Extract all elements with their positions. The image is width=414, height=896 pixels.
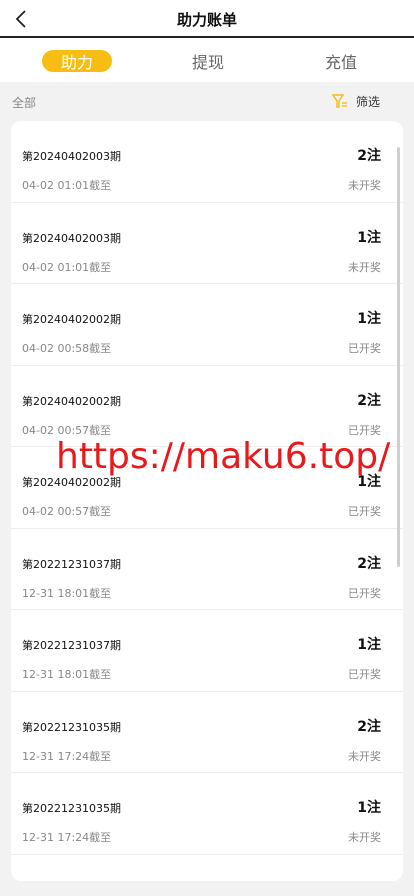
all-label: 全部 [12, 96, 37, 110]
period-text: 第20221231035期 [22, 720, 121, 734]
page-title: 助力账单 [176, 10, 237, 29]
tab-withdraw[interactable]: 提现 [178, 50, 238, 72]
list-item[interactable]: 第20221231035期 1注 12-31 17:24截至 未开奖 [11, 773, 403, 855]
count-text: 2注 [357, 555, 381, 572]
period-text: 第20240402003期 [22, 150, 121, 163]
period-text: 第20221231037期 [22, 639, 121, 652]
scrollbar[interactable] [397, 147, 400, 567]
app-header: 助力账单 [0, 0, 414, 38]
list-item[interactable]: 第20221231037期 1注 12-31 18:01截至 已开奖 [11, 610, 403, 692]
list-item[interactable]: 第20221231035期 2注 12-31 17:24截至 未开奖 [11, 692, 403, 773]
deadline-text: 04-02 00:57截至 [22, 505, 112, 518]
tab-recharge[interactable]: 充值 [311, 50, 371, 72]
tab-bar: 助力 提现 充值 [0, 40, 414, 82]
status-text: 已开奖 [348, 586, 381, 600]
period-text: 第20240402002期 [22, 394, 121, 408]
status-text: 未开奖 [348, 831, 381, 844]
period-text: 第20240402002期 [22, 313, 121, 326]
count-text: 1注 [357, 800, 381, 816]
list-item[interactable]: 第20221231037期 2注 12-31 18:01截至 已开奖 [11, 529, 403, 610]
record-list: 第20240402003期 2注 04-02 01:01截至 未开奖 第2024… [11, 121, 403, 881]
deadline-text: 04-02 00:58截至 [22, 342, 112, 355]
count-text: 2注 [357, 392, 381, 409]
watermark-text: https://maku6.top/ [56, 436, 391, 477]
deadline-text: 12-31 18:01截至 [22, 586, 112, 600]
count-text: 2注 [357, 718, 381, 735]
filter-button[interactable]: 筛选 [331, 92, 380, 110]
period-text: 第20221231037期 [22, 557, 121, 571]
period-text: 第20221231035期 [22, 802, 121, 815]
count-text: 1注 [357, 229, 381, 246]
count-text: 1注 [357, 637, 381, 653]
list-item[interactable]: 第20240402002期 2注 04-02 00:57截至 已开奖 [11, 366, 403, 447]
list-item[interactable]: 第20240402003期 2注 04-02 01:01截至 未开奖 [11, 121, 403, 203]
deadline-text: 04-02 01:01截至 [22, 260, 112, 274]
deadline-text: 12-31 18:01截至 [22, 668, 112, 681]
status-text: 未开奖 [348, 260, 381, 274]
status-text: 已开奖 [348, 342, 381, 355]
period-text: 第20240402003期 [22, 231, 121, 245]
filter-icon [331, 94, 347, 108]
deadline-text: 12-31 17:24截至 [22, 749, 112, 763]
count-text: 1注 [357, 311, 381, 327]
list-item[interactable]: 第20240402002期 1注 04-02 00:58截至 已开奖 [11, 284, 403, 366]
deadline-text: 12-31 17:24截至 [22, 831, 112, 844]
deadline-text: 04-02 01:01截至 [22, 179, 112, 192]
status-text: 未开奖 [348, 179, 381, 192]
filter-label: 筛选 [355, 94, 380, 109]
status-text: 已开奖 [348, 668, 381, 681]
tab-assist[interactable]: 助力 [42, 50, 112, 72]
status-text: 未开奖 [348, 749, 381, 763]
list-item[interactable]: 第20240402003期 1注 04-02 01:01截至 未开奖 [11, 203, 403, 284]
status-text: 已开奖 [348, 505, 381, 518]
filter-bar: 全部 筛选 [0, 82, 414, 120]
count-text: 2注 [357, 148, 381, 164]
